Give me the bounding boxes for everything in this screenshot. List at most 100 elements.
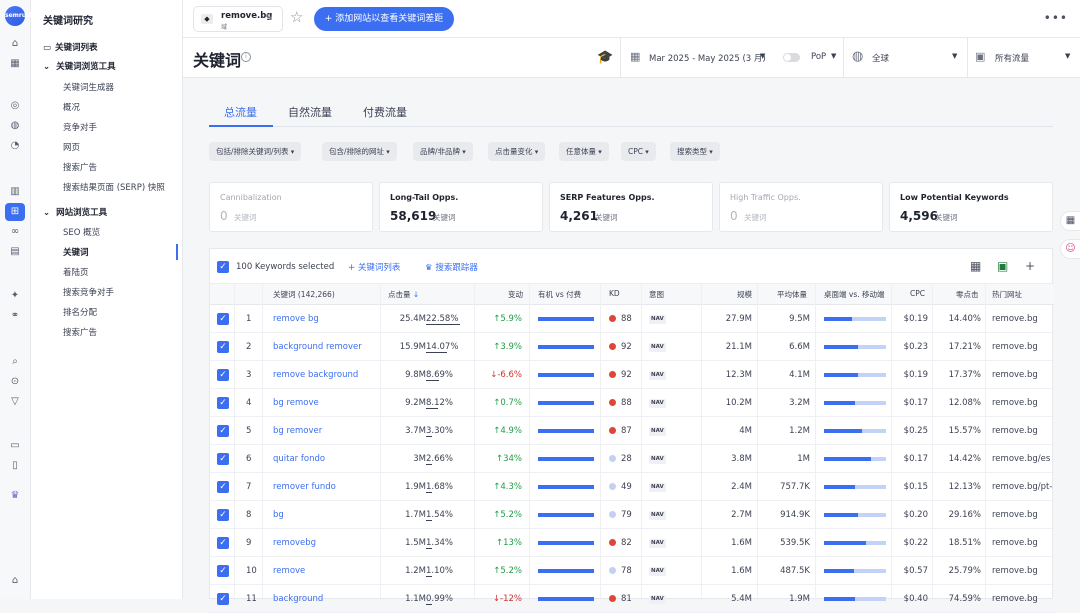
row-checkbox[interactable]: ✓ (217, 397, 229, 409)
domain-selector[interactable]: ◆ remove.bg 域 ✎ (193, 6, 283, 32)
keyword-link[interactable]: removebg (273, 538, 316, 548)
home-icon[interactable]: ⌂ (9, 38, 21, 50)
search-doc-icon[interactable]: ⌕ (9, 356, 21, 368)
pop-select[interactable]: PoP (811, 52, 826, 62)
top-url[interactable]: remove.bg/es (992, 454, 1052, 464)
qr-float-icon[interactable]: ▦ (1060, 211, 1080, 231)
sidebar-item-keyword-generator[interactable]: 关键词生成器 (63, 81, 114, 93)
col-change[interactable]: 变动 (508, 289, 523, 300)
pie-icon[interactable]: ◔ (9, 140, 21, 152)
sidebar-item-site-explorer[interactable]: ⌄ 网站浏览工具 (43, 206, 107, 218)
table-row[interactable]: ✓ 11 background 1.1M 0.99% ↓-12% 81 NAV 5.4M 1.9M… (210, 585, 1054, 613)
top-url[interactable]: remove.bg (992, 538, 1052, 548)
card-cannibalization[interactable]: Cannibalization 0 关键词 (209, 182, 373, 232)
top-url[interactable]: remove.bg/pt-br (992, 482, 1052, 492)
keyword-link[interactable]: bg (273, 510, 284, 520)
select-all-checkbox[interactable]: ✓ (217, 261, 229, 273)
row-checkbox[interactable]: ✓ (217, 537, 229, 549)
tab-organic-traffic[interactable]: 自然流量 (288, 104, 332, 120)
sidebar-item-overview[interactable]: 概况 (63, 101, 80, 113)
sidebar-item-pages[interactable]: 网页 (63, 141, 80, 153)
phone-icon[interactable]: ▯ (9, 460, 21, 472)
excel-export-icon[interactable]: ▣ (997, 259, 1008, 273)
row-checkbox[interactable]: ✓ (217, 509, 229, 521)
filter-include-exclude-keywords[interactable]: 包括/排除关键词/列表 (209, 142, 302, 161)
sidebar-item-serp-snapshot[interactable]: 搜索结果页面 (SERP) 快照 (63, 181, 165, 193)
top-url[interactable]: remove.bg (992, 566, 1052, 576)
keyword-link[interactable]: remove (273, 566, 305, 576)
sidebar-item-competitors[interactable]: 竞争对手 (63, 121, 97, 133)
target-icon[interactable]: ⊙ (9, 376, 21, 388)
col-cpc[interactable]: CPC (910, 289, 925, 298)
col-kd[interactable]: KD (609, 289, 620, 298)
row-checkbox[interactable]: ✓ (217, 341, 229, 353)
card-long-tail[interactable]: Long-Tail Opps. 58,619 关键词 (379, 182, 543, 232)
table-row[interactable]: ✓ 9 removebg 1.5M 1.34% ↑13% 82 NAV 1.6M 539.5K $0… (210, 529, 1054, 557)
position-tracker-button[interactable]: ♛ 搜索跟踪器 (425, 261, 478, 273)
grid-icon[interactable]: ▦ (9, 58, 21, 70)
keyword-link[interactable]: quitar fondo (273, 454, 325, 464)
add-to-keyword-list-button[interactable]: + 关键词列表 (348, 261, 400, 273)
keyword-link[interactable]: remover fundo (273, 482, 336, 492)
col-intent[interactable]: 意图 (649, 289, 664, 300)
tab-total-traffic[interactable]: 总流量 (224, 104, 257, 120)
date-range-select[interactable]: Mar 2025 - May 2025 (3 月) (649, 52, 766, 64)
columns-icon[interactable]: ▦ (970, 259, 981, 273)
keyword-link[interactable]: background remover (273, 342, 362, 352)
keyword-link[interactable]: background (273, 594, 323, 604)
table-row[interactable]: ✓ 7 remover fundo 1.9M 1.68% ↑4.3% 49 NAV 2.4M 75… (210, 473, 1054, 501)
assistant-float-icon[interactable]: ☺ (1060, 239, 1080, 259)
share-icon[interactable]: ⚭ (9, 310, 21, 322)
filter-search-type[interactable]: 搜索类型 (670, 142, 720, 161)
add-icon[interactable]: + (1025, 259, 1035, 273)
top-url[interactable]: remove.bg (992, 510, 1052, 520)
filter-include-exclude-urls[interactable]: 包含/排除的网址 (322, 142, 397, 161)
table-row[interactable]: ✓ 6 quitar fondo 3M 2.66% ↑34% 28 NAV 3.8M 1M $0.1… (210, 445, 1054, 473)
col-volume[interactable]: 规模 (737, 289, 752, 300)
add-site-button[interactable]: + 添加网站以查看关键词差距 (314, 7, 454, 31)
row-checkbox[interactable]: ✓ (217, 453, 229, 465)
bar-chart-icon[interactable]: ▥ (9, 186, 21, 198)
sidebar-item-search-competitors[interactable]: 搜索竞争对手 (63, 286, 114, 298)
card-low-potential[interactable]: Low Potential Keywords 4,596 关键词 (889, 182, 1053, 232)
sidebar-item-seo-overview[interactable]: SEO 概览 (63, 226, 100, 238)
sidebar-item-keyword-list[interactable]: ▭ 关键词列表 (43, 41, 98, 53)
region-select[interactable]: 全球 (872, 52, 889, 64)
filter-click-change[interactable]: 点击量变化 (488, 142, 546, 161)
app-logo-icon[interactable]: semrush (5, 6, 34, 26)
pop-toggle[interactable] (783, 53, 800, 62)
row-checkbox[interactable]: ✓ (217, 425, 229, 437)
table-row[interactable]: ✓ 8 bg 1.7M 1.54% ↑5.2% 79 NAV 2.7M 914.9K $0.20 29… (210, 501, 1054, 529)
table-row[interactable]: ✓ 3 remove background 9.8M 8.69% ↓-6.6% 92 NAV 1… (210, 361, 1054, 389)
top-url[interactable]: remove.bg (992, 342, 1052, 352)
top-url[interactable]: remove.bg (992, 314, 1052, 324)
filter-brand[interactable]: 品牌/非品牌 (413, 142, 473, 161)
star-icon[interactable]: ☆ (290, 8, 303, 26)
table-row[interactable]: ✓ 2 background remover 15.9M 14.07% ↑3.9% 92 NA… (210, 333, 1054, 361)
row-checkbox[interactable]: ✓ (217, 313, 229, 325)
sidebar-item-search-ads-2[interactable]: 搜索广告 (63, 326, 97, 338)
traffic-select[interactable]: 所有流量 (995, 52, 1029, 64)
card-high-traffic[interactable]: High Traffic Opps. 0 关键词 (719, 182, 883, 232)
filter-icon[interactable]: ▽ (9, 396, 21, 408)
table-row[interactable]: ✓ 1 remove bg 25.4M 22.58% ↑5.9% 88 NAV 27.9M 9.5… (210, 305, 1054, 333)
keyword-link[interactable]: remove bg (273, 314, 319, 324)
sidebar-item-rank-distribution[interactable]: 排名分配 (63, 306, 97, 318)
document-icon[interactable]: ▤ (9, 246, 21, 258)
edit-icon[interactable]: ✎ (265, 13, 273, 24)
top-url[interactable]: remove.bg (992, 594, 1052, 604)
table-row[interactable]: ✓ 10 remove 1.2M 1.10% ↑5.2% 78 NAV 1.6M 487.5K $0… (210, 557, 1054, 585)
row-checkbox[interactable]: ✓ (217, 565, 229, 577)
link-icon[interactable]: ∞ (9, 226, 21, 238)
top-url[interactable]: remove.bg (992, 426, 1052, 436)
col-keyword[interactable]: 关键词 (142,266) (273, 289, 335, 300)
sidebar-item-search-ads[interactable]: 搜索广告 (63, 161, 97, 173)
info-icon[interactable]: i (241, 52, 251, 62)
more-menu-icon[interactable]: ••• (1044, 11, 1068, 25)
filter-cpc[interactable]: CPC (621, 142, 656, 161)
compass-icon[interactable]: ◍ (9, 120, 21, 132)
home-bottom-icon[interactable]: ⌂ (9, 575, 21, 587)
col-clicks[interactable]: 点击量 ↓ (388, 289, 419, 300)
card-serp-features[interactable]: SERP Features Opps. 4,261 关键词 (549, 182, 713, 232)
keyword-link[interactable]: bg remove (273, 398, 319, 408)
